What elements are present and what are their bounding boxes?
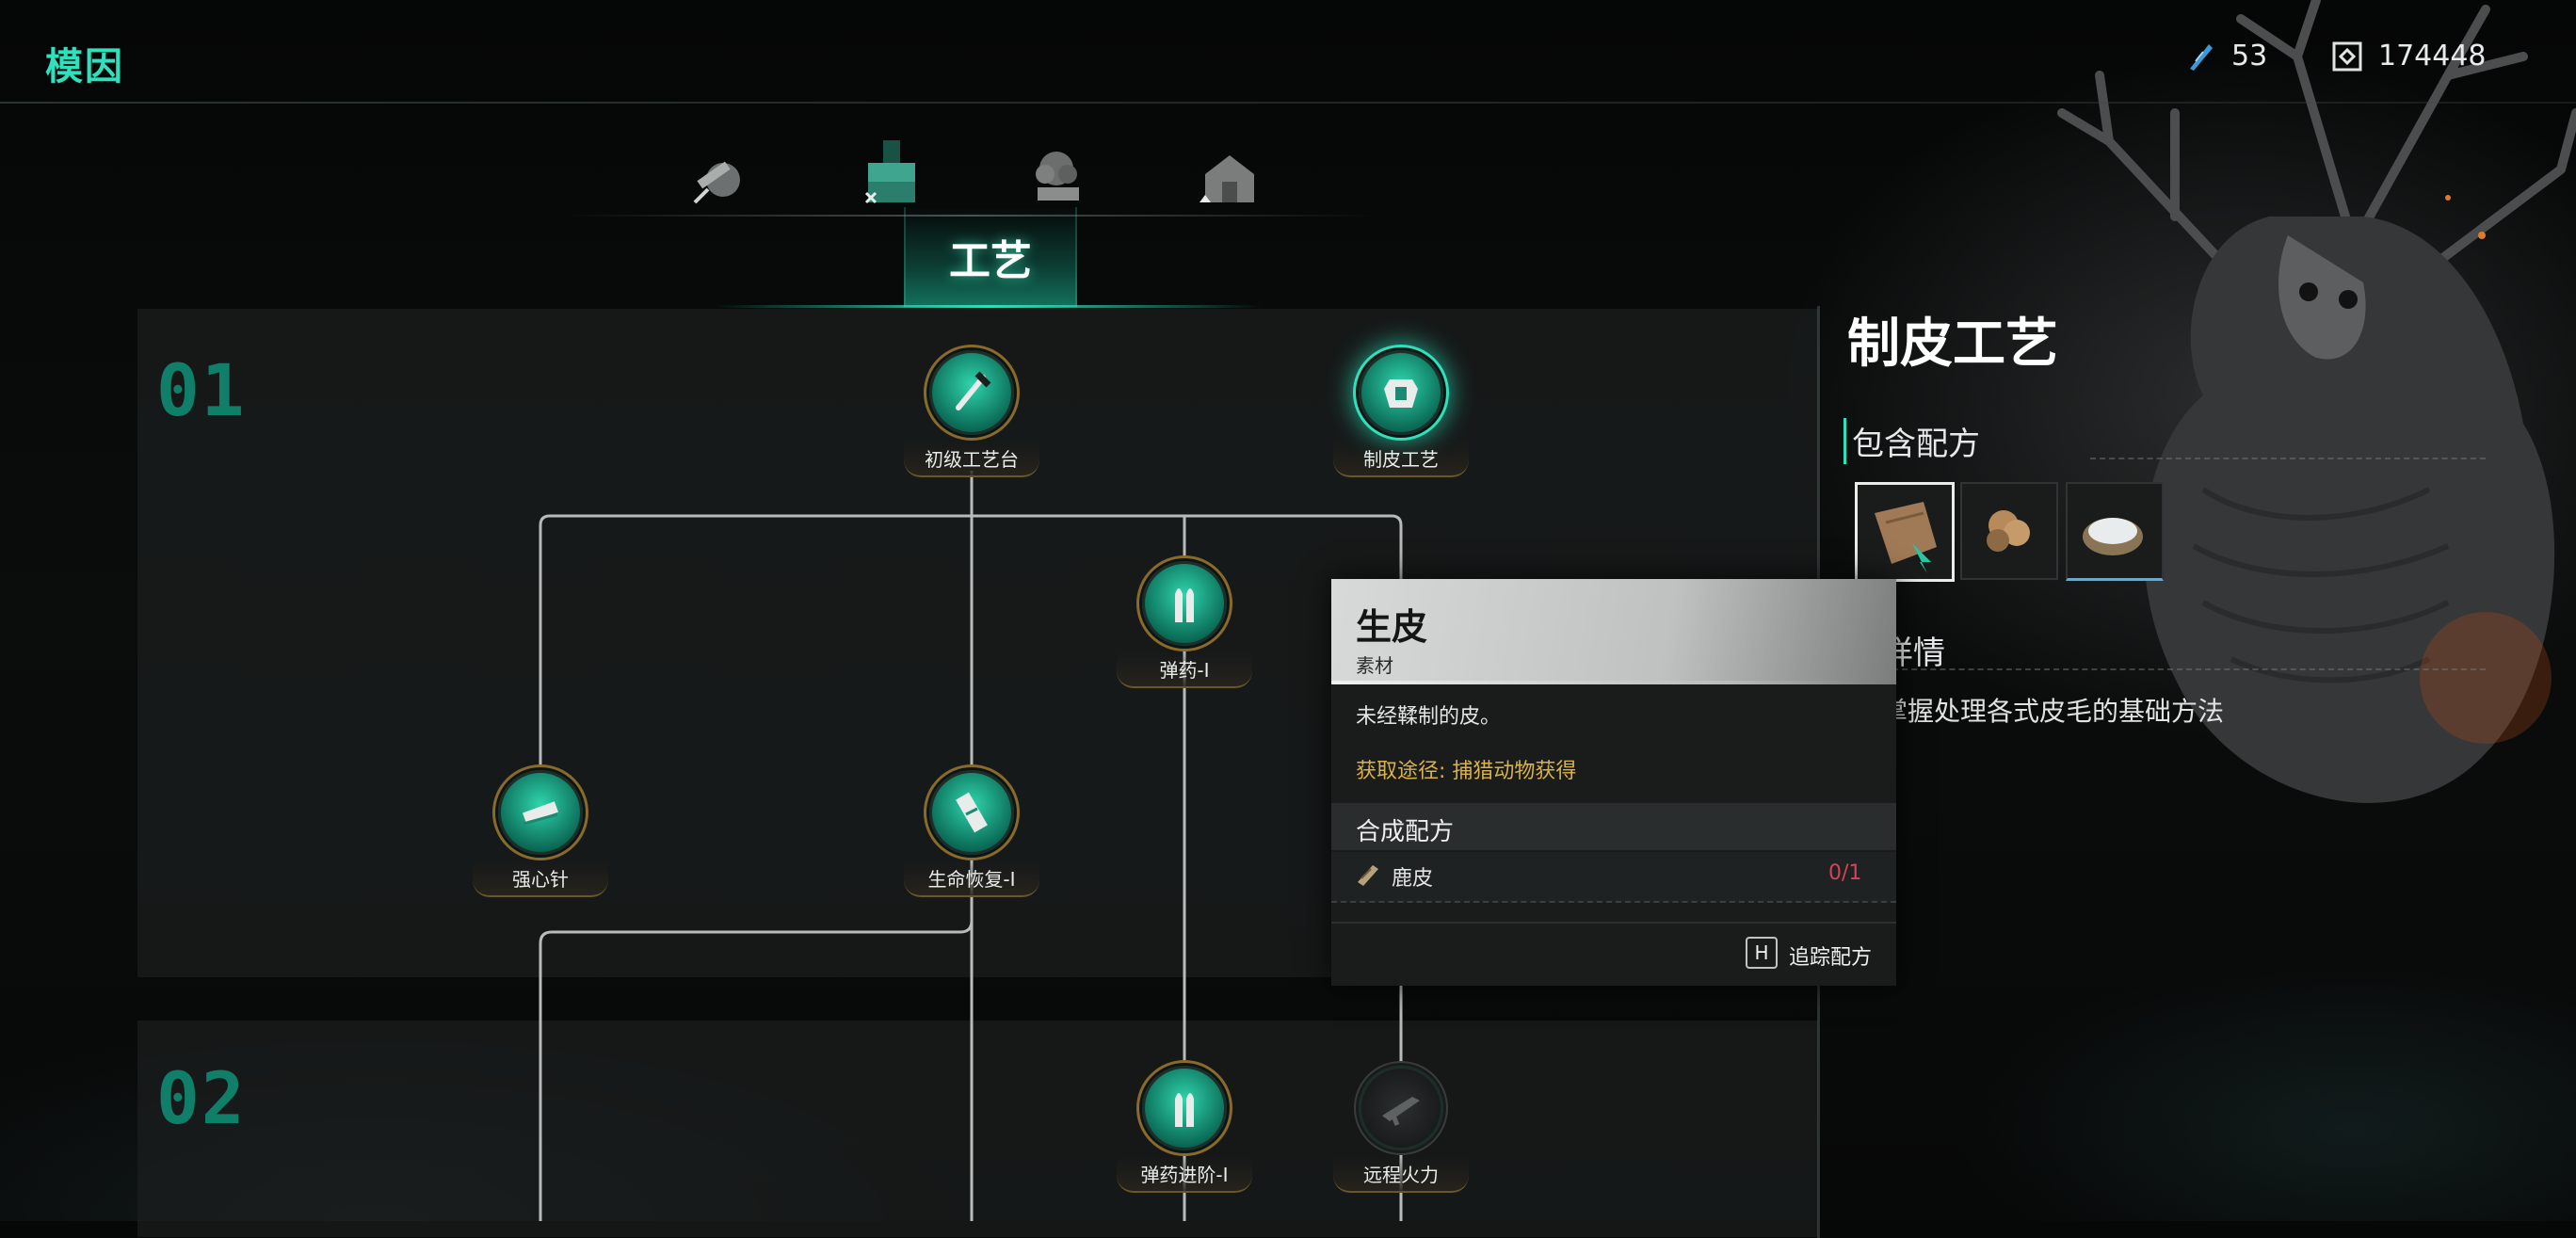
section-tab-underline — [716, 305, 1262, 308]
bandage-icon — [956, 792, 988, 833]
header-divider — [0, 102, 2576, 104]
dried-herbs-icon — [1987, 510, 2030, 552]
node-basic-workbench-icon — [929, 350, 1014, 435]
node-adrenaline-icon — [498, 770, 583, 855]
section-tab-crafting[interactable]: 工艺 — [904, 207, 1077, 307]
node-health-restore-1[interactable]: 生命恢复-I — [904, 770, 1039, 897]
node-ranged-firepower-icon — [1359, 1066, 1443, 1150]
track-recipe-action[interactable]: 追踪配方 — [1789, 941, 1872, 971]
recipes-heading: 包含配方 — [1843, 418, 1980, 464]
currency-points-value: 174448 — [2378, 40, 2487, 72]
node-ranged-firepower[interactable]: 远程火力 — [1333, 1066, 1469, 1193]
category-tab-shelter[interactable] — [1177, 132, 1280, 226]
bullets-icon — [1175, 1093, 1194, 1127]
recipe-slot-dried-herbs[interactable] — [1960, 482, 2058, 580]
node-ammo-advanced-1-icon — [1142, 1066, 1227, 1150]
tooltip-header-rule — [1331, 681, 1896, 684]
hide-armor-icon — [1384, 379, 1418, 408]
node-ammo-advanced-1-label: 弹药进阶-I — [1117, 1156, 1252, 1193]
details-heading-rule — [1883, 668, 2486, 670]
node-ammo-1-icon — [1142, 561, 1227, 646]
salt-bowl-icon — [2083, 518, 2143, 555]
details-text: 掌握处理各式皮毛的基础方法 — [1881, 696, 2225, 727]
crafting-point-icon — [2332, 41, 2362, 71]
gear-tools-icon — [693, 161, 740, 204]
node-health-restore-1-label: 生命恢复-I — [904, 860, 1039, 897]
tooltip-description: 未经鞣制的皮。 — [1356, 705, 1502, 729]
node-tanning-craft-label: 制皮工艺 — [1333, 441, 1469, 477]
track-recipe-key: H — [1746, 937, 1778, 969]
tooltip-ingredient-count: 0/1 — [1828, 861, 1862, 885]
node-ammo-1[interactable]: 弹药-I — [1117, 561, 1252, 688]
detail-title: 制皮工艺 — [1847, 314, 2058, 375]
syringe-icon — [523, 801, 558, 826]
page-title: 模因 — [45, 45, 124, 88]
currency-points: 174448 — [2331, 40, 2487, 72]
item-tooltip: 生皮 素材 未经鞣制的皮。 获取途径: 捕猎动物获得 合成配方 鹿皮 0/1 H… — [1331, 579, 1896, 986]
currency-shards-value: 53 — [2231, 40, 2268, 72]
currency-shards: 53 — [2184, 40, 2267, 72]
shelter-icon — [1199, 155, 1254, 202]
recipe-slot-salt[interactable] — [2066, 482, 2164, 581]
tooltip-item-category: 素材 — [1356, 654, 1393, 677]
tier-label-02: 02 — [156, 1056, 247, 1140]
tooltip-item-name: 生皮 — [1356, 606, 1428, 648]
node-tanning-craft-icon — [1359, 350, 1443, 435]
feather-shard-icon — [2190, 43, 2213, 71]
deer-hide-icon — [1358, 865, 1378, 886]
tooltip-recipe-heading: 合成配方 — [1356, 818, 1455, 846]
creature-artwork — [2057, 0, 2576, 803]
node-ammo-1-label: 弹药-I — [1117, 651, 1252, 688]
tier-label-01: 01 — [156, 348, 247, 432]
node-basic-workbench[interactable]: 初级工艺台 — [904, 350, 1039, 477]
tooltip-footer-divider — [1331, 922, 1896, 924]
node-tanning-craft[interactable]: 制皮工艺 — [1333, 350, 1469, 477]
node-basic-workbench-label: 初级工艺台 — [904, 441, 1039, 477]
node-adrenaline[interactable]: 强心针 — [473, 770, 608, 897]
node-health-restore-1-icon — [929, 770, 1014, 855]
tooltip-ingredient-name: 鹿皮 — [1392, 867, 1434, 891]
node-adrenaline-label: 强心针 — [473, 860, 608, 897]
tooltip-source: 获取途径: 捕猎动物获得 — [1356, 760, 1577, 783]
hammer-wrench-icon — [956, 371, 991, 410]
node-ammo-advanced-1[interactable]: 弹药进阶-I — [1117, 1066, 1252, 1193]
tier-panel-02 — [137, 1021, 1818, 1237]
rifle-icon — [1382, 1097, 1420, 1126]
recipes-heading-rule — [2090, 458, 2486, 459]
bullets-icon — [1175, 588, 1194, 622]
category-tab-tools[interactable] — [667, 132, 770, 226]
raw-hide-icon — [1875, 502, 1937, 573]
recipe-slot-raw-hide[interactable] — [1855, 482, 1955, 582]
node-ranged-firepower-label: 远程火力 — [1333, 1156, 1469, 1193]
